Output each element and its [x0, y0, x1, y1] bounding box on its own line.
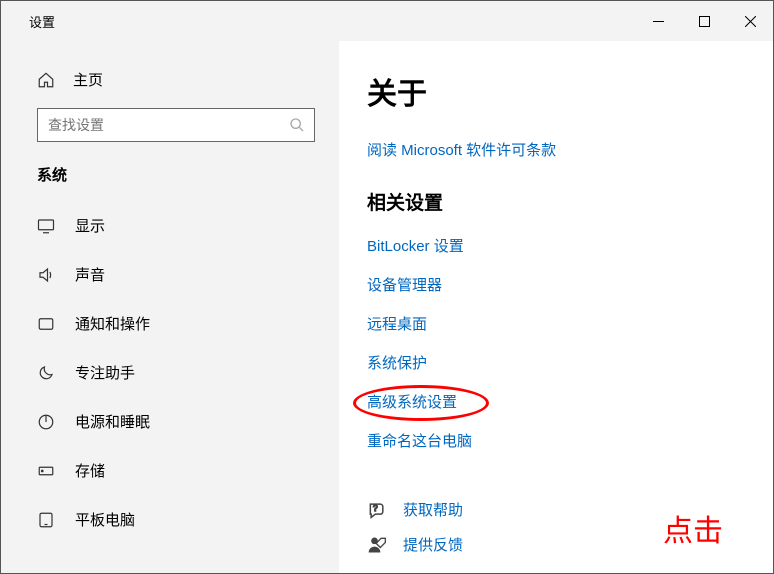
sidebar-item-display[interactable]: 显示 — [1, 201, 339, 250]
sidebar-item-label: 平板电脑 — [75, 509, 135, 530]
sidebar-item-label: 电源和睡眠 — [75, 411, 150, 432]
sidebar-item-label: 专注助手 — [75, 362, 135, 383]
sidebar: 主页 系统 显示 — [1, 41, 339, 573]
sidebar-section-label: 系统 — [1, 160, 339, 201]
close-button[interactable] — [727, 1, 773, 41]
annotation-label: 点击 — [663, 506, 723, 550]
window-title: 设置 — [1, 12, 635, 31]
maximize-button[interactable] — [681, 1, 727, 41]
feedback-label: 提供反馈 — [403, 534, 463, 555]
titlebar: 设置 — [1, 1, 773, 41]
sidebar-item-power-sleep[interactable]: 电源和睡眠 — [1, 397, 339, 446]
license-link[interactable]: 阅读 Microsoft 软件许可条款 — [367, 139, 753, 160]
minimize-button[interactable] — [635, 1, 681, 41]
sidebar-item-focus-assist[interactable]: 专注助手 — [1, 348, 339, 397]
related-link-bitlocker[interactable]: BitLocker 设置 — [367, 235, 753, 256]
sound-icon — [37, 266, 55, 284]
home-nav[interactable]: 主页 — [1, 61, 339, 108]
search-input[interactable] — [37, 108, 315, 142]
sidebar-item-notifications[interactable]: 通知和操作 — [1, 299, 339, 348]
power-icon — [37, 413, 55, 431]
home-label: 主页 — [73, 69, 103, 90]
sidebar-item-tablet[interactable]: 平板电脑 — [1, 495, 339, 544]
svg-text:?: ? — [373, 502, 378, 512]
help-icon: ? — [367, 500, 387, 520]
related-settings-heading: 相关设置 — [367, 188, 753, 215]
sidebar-item-label: 存储 — [75, 460, 105, 481]
tablet-icon — [37, 511, 55, 529]
sidebar-item-label: 声音 — [75, 264, 105, 285]
sidebar-item-label: 通知和操作 — [75, 313, 150, 334]
related-link-rename-pc[interactable]: 重命名这台电脑 — [367, 430, 753, 451]
related-link-remote-desktop[interactable]: 远程桌面 — [367, 313, 753, 334]
search-icon — [289, 117, 305, 133]
get-help-label: 获取帮助 — [403, 499, 463, 520]
main-panel: 关于 阅读 Microsoft 软件许可条款 相关设置 BitLocker 设置… — [339, 41, 773, 573]
moon-icon — [37, 364, 55, 382]
related-link-system-protection[interactable]: 系统保护 — [367, 352, 753, 373]
related-link-advanced-system-settings[interactable]: 高级系统设置 — [367, 391, 457, 412]
sidebar-item-storage[interactable]: 存储 — [1, 446, 339, 495]
home-icon — [37, 71, 55, 89]
feedback-icon — [367, 535, 387, 555]
page-title: 关于 — [367, 69, 753, 113]
notification-icon — [37, 315, 55, 333]
storage-icon — [37, 462, 55, 480]
monitor-icon — [37, 217, 55, 235]
sidebar-item-label: 显示 — [75, 215, 105, 236]
sidebar-item-sound[interactable]: 声音 — [1, 250, 339, 299]
related-link-device-manager[interactable]: 设备管理器 — [367, 274, 753, 295]
